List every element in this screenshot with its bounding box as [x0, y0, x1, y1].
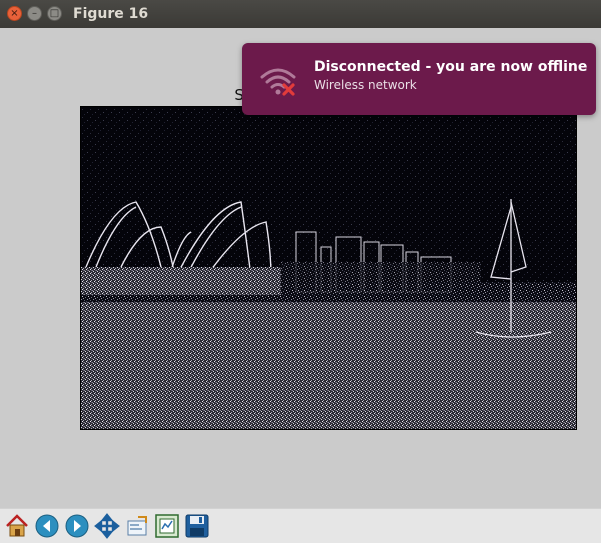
minimize-window-button[interactable]: –	[27, 6, 42, 21]
configure-subplots-icon	[155, 514, 179, 538]
maximize-window-button[interactable]: □	[47, 6, 62, 21]
window-titlebar: × – □ Figure 16	[0, 0, 601, 28]
notification-body: Wireless network	[314, 78, 417, 92]
back-button[interactable]	[34, 513, 60, 539]
edge-image	[81, 107, 576, 429]
forward-button[interactable]	[64, 513, 90, 539]
wifi-disconnected-icon	[260, 68, 296, 96]
plot-axes[interactable]	[80, 106, 577, 430]
home-button[interactable]	[4, 513, 30, 539]
forward-arrow-icon	[65, 514, 89, 538]
zoom-rect-icon	[127, 516, 147, 536]
zoom-button[interactable]	[124, 513, 150, 539]
navigation-toolbar	[0, 508, 601, 543]
window-title: Figure 16	[73, 6, 149, 22]
notification-title: Disconnected - you are now offline	[314, 59, 588, 75]
save-icon	[185, 514, 209, 538]
close-window-button[interactable]: ×	[7, 6, 22, 21]
home-icon	[6, 514, 28, 537]
network-notification[interactable]: Disconnected - you are now offline Wirel…	[242, 43, 596, 115]
save-button[interactable]	[184, 513, 210, 539]
back-arrow-icon	[35, 514, 59, 538]
pan-button[interactable]	[94, 513, 120, 539]
pan-move-icon	[94, 513, 120, 539]
configure-subplots-button[interactable]	[154, 513, 180, 539]
